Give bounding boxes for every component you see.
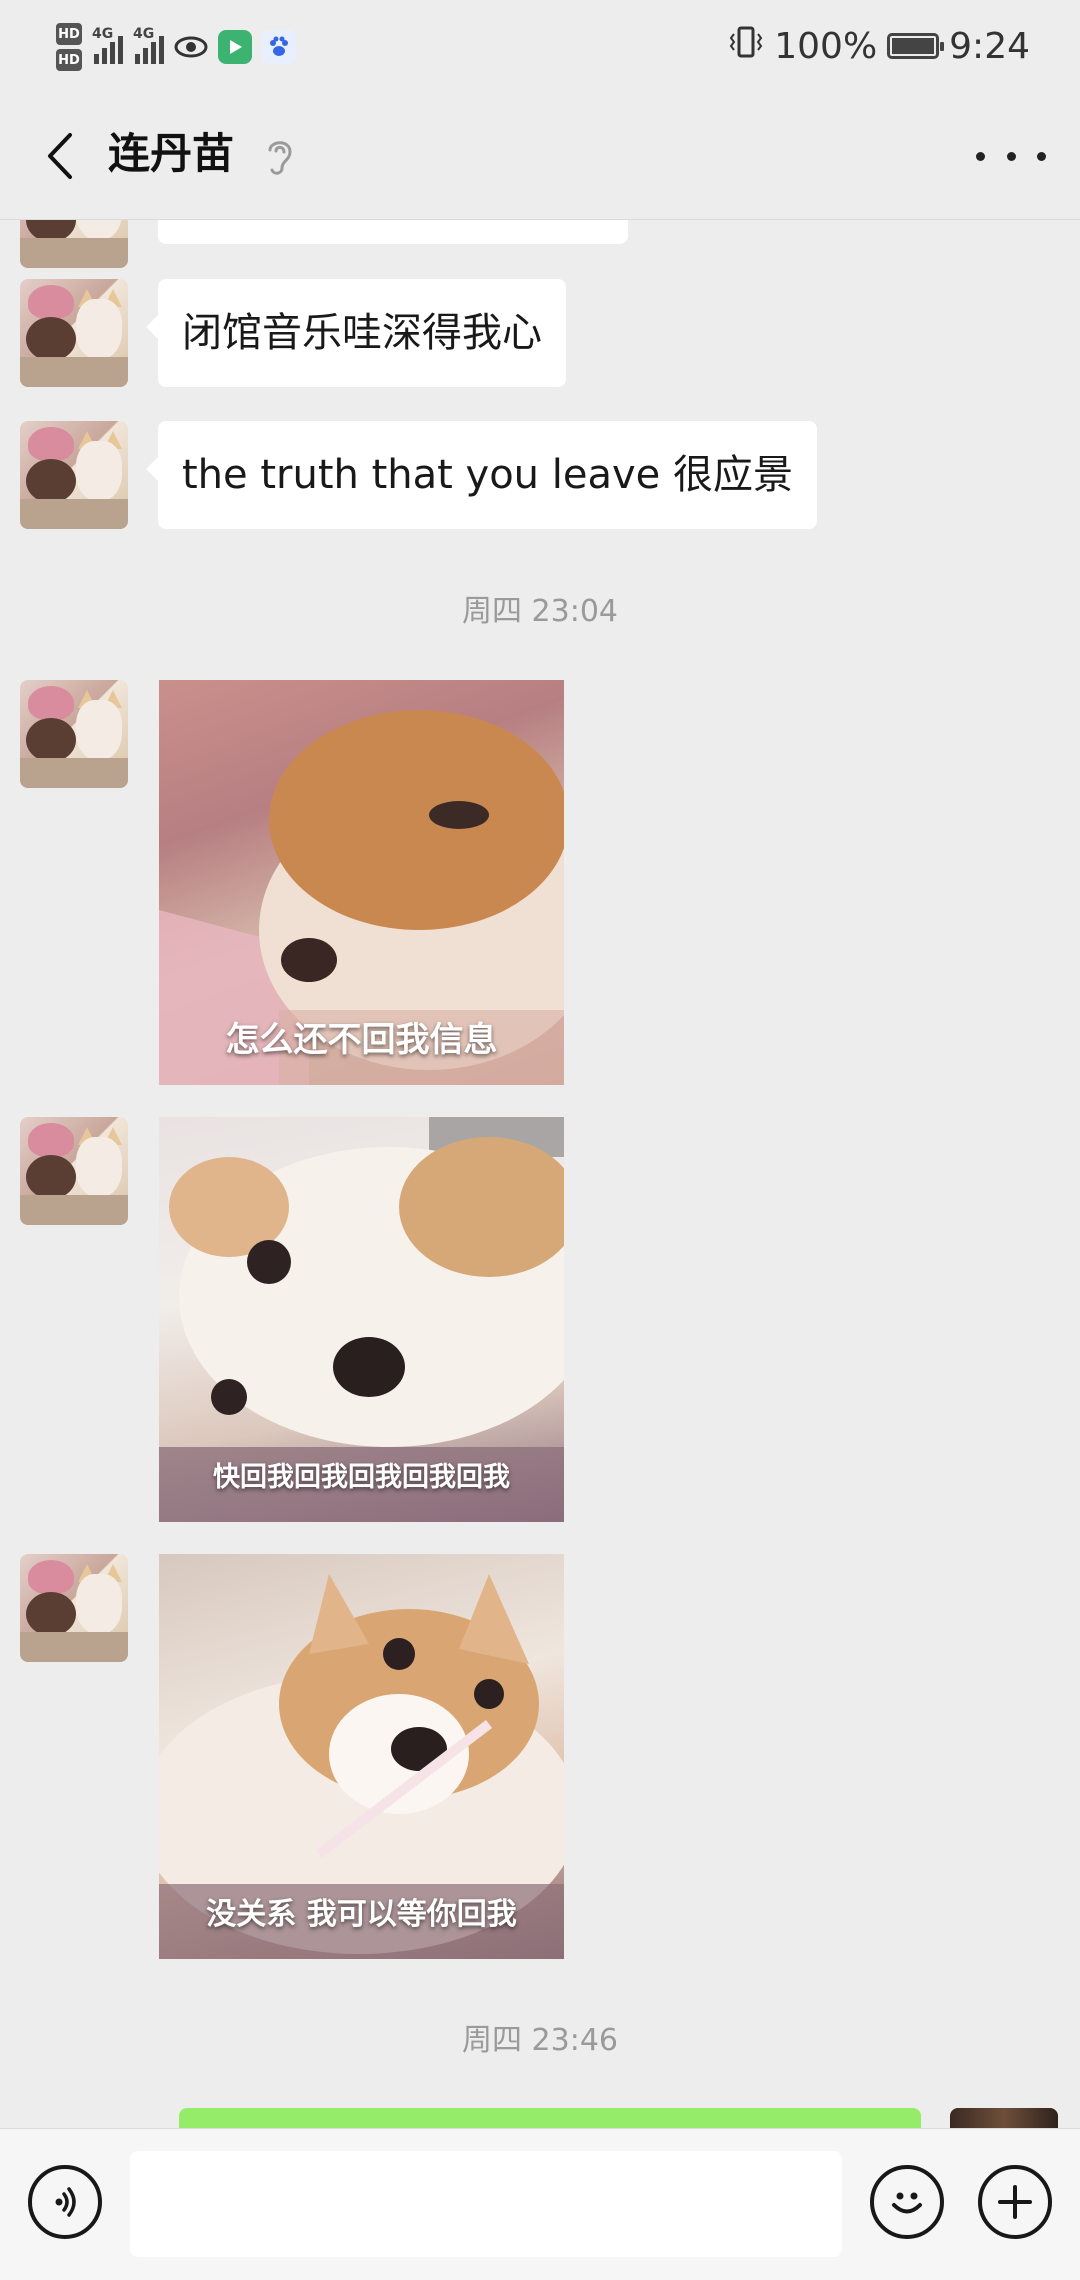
more-dots-icon[interactable]: [976, 134, 1046, 178]
sticker-caption: 怎么还不回我信息: [225, 1020, 498, 1060]
hd-badge-1: HD: [56, 23, 82, 45]
status-icons-right: 100% 9:24: [728, 20, 1030, 72]
voice-button[interactable]: [28, 2165, 102, 2239]
status-bar: HD HD 4G 4G 100% 9:24: [0, 0, 1080, 92]
back-button[interactable]: [30, 126, 90, 186]
message-bubble-partial[interactable]: [158, 220, 628, 244]
status-icons-left: HD HD 4G 4G: [56, 12, 296, 82]
contact-avatar[interactable]: [20, 279, 128, 387]
timestamp: 周四 23:04: [462, 594, 618, 629]
message-text: the truth that you leave 很应景: [182, 452, 793, 498]
clock: 9:24: [949, 25, 1030, 67]
input-bar: [0, 2128, 1080, 2280]
signal-icon-2: 4G: [133, 26, 164, 64]
hd-badge-2: HD: [56, 49, 82, 71]
signal-icon-1: 4G: [92, 26, 123, 64]
video-app-icon: [218, 30, 252, 64]
emoji-button[interactable]: [870, 2165, 944, 2239]
message-text: 闭馆音乐哇深得我心: [182, 310, 542, 356]
network-type-2: 4G: [133, 26, 155, 42]
message-bubble[interactable]: 闭馆音乐哇深得我心: [146, 279, 566, 387]
baidu-app-icon: [262, 30, 296, 64]
contact-avatar[interactable]: [20, 1117, 128, 1225]
sticker-image[interactable]: 没关系 我可以等你回我: [159, 1554, 564, 1959]
message-bubble[interactable]: the truth that you leave 很应景: [146, 421, 817, 529]
add-button[interactable]: [978, 2165, 1052, 2239]
timestamp: 周四 23:46: [462, 2023, 618, 2058]
voice-icon: [55, 2187, 76, 2217]
network-type-1: 4G: [92, 26, 114, 42]
chat-header: 连丹苗: [0, 92, 1080, 220]
contact-avatar[interactable]: [20, 220, 128, 268]
eye-icon: [174, 30, 208, 64]
contact-avatar[interactable]: [20, 421, 128, 529]
hd-indicators: HD HD: [56, 23, 82, 71]
sticker-caption: 快回我回我回我回我回我: [213, 1462, 510, 1493]
contact-avatar[interactable]: [20, 680, 128, 788]
sticker-image[interactable]: 怎么还不回我信息: [159, 680, 564, 1085]
ear-icon: [262, 134, 298, 178]
message-list[interactable]: 闭馆音乐哇深得我心 the truth that you leave 很应景 周…: [0, 220, 1080, 2128]
chevron-left-icon: [48, 133, 72, 179]
sent-message-bubble[interactable]: [179, 2108, 921, 2128]
message-input[interactable]: [130, 2151, 842, 2257]
contact-avatar[interactable]: [20, 1554, 128, 1662]
vibrate-icon: [728, 24, 764, 69]
sticker-caption: 没关系 我可以等你回我: [206, 1897, 517, 1932]
battery-icon: [887, 33, 945, 59]
my-avatar[interactable]: [950, 2108, 1058, 2128]
sticker-image[interactable]: 快回我回我回我回我回我: [159, 1117, 564, 1522]
chat-title: 连丹苗: [108, 129, 235, 178]
battery-fill: [892, 38, 935, 54]
battery-percent: 100%: [774, 25, 878, 67]
plus-icon: [998, 2185, 1032, 2219]
emoji-icon: [892, 2192, 922, 2214]
